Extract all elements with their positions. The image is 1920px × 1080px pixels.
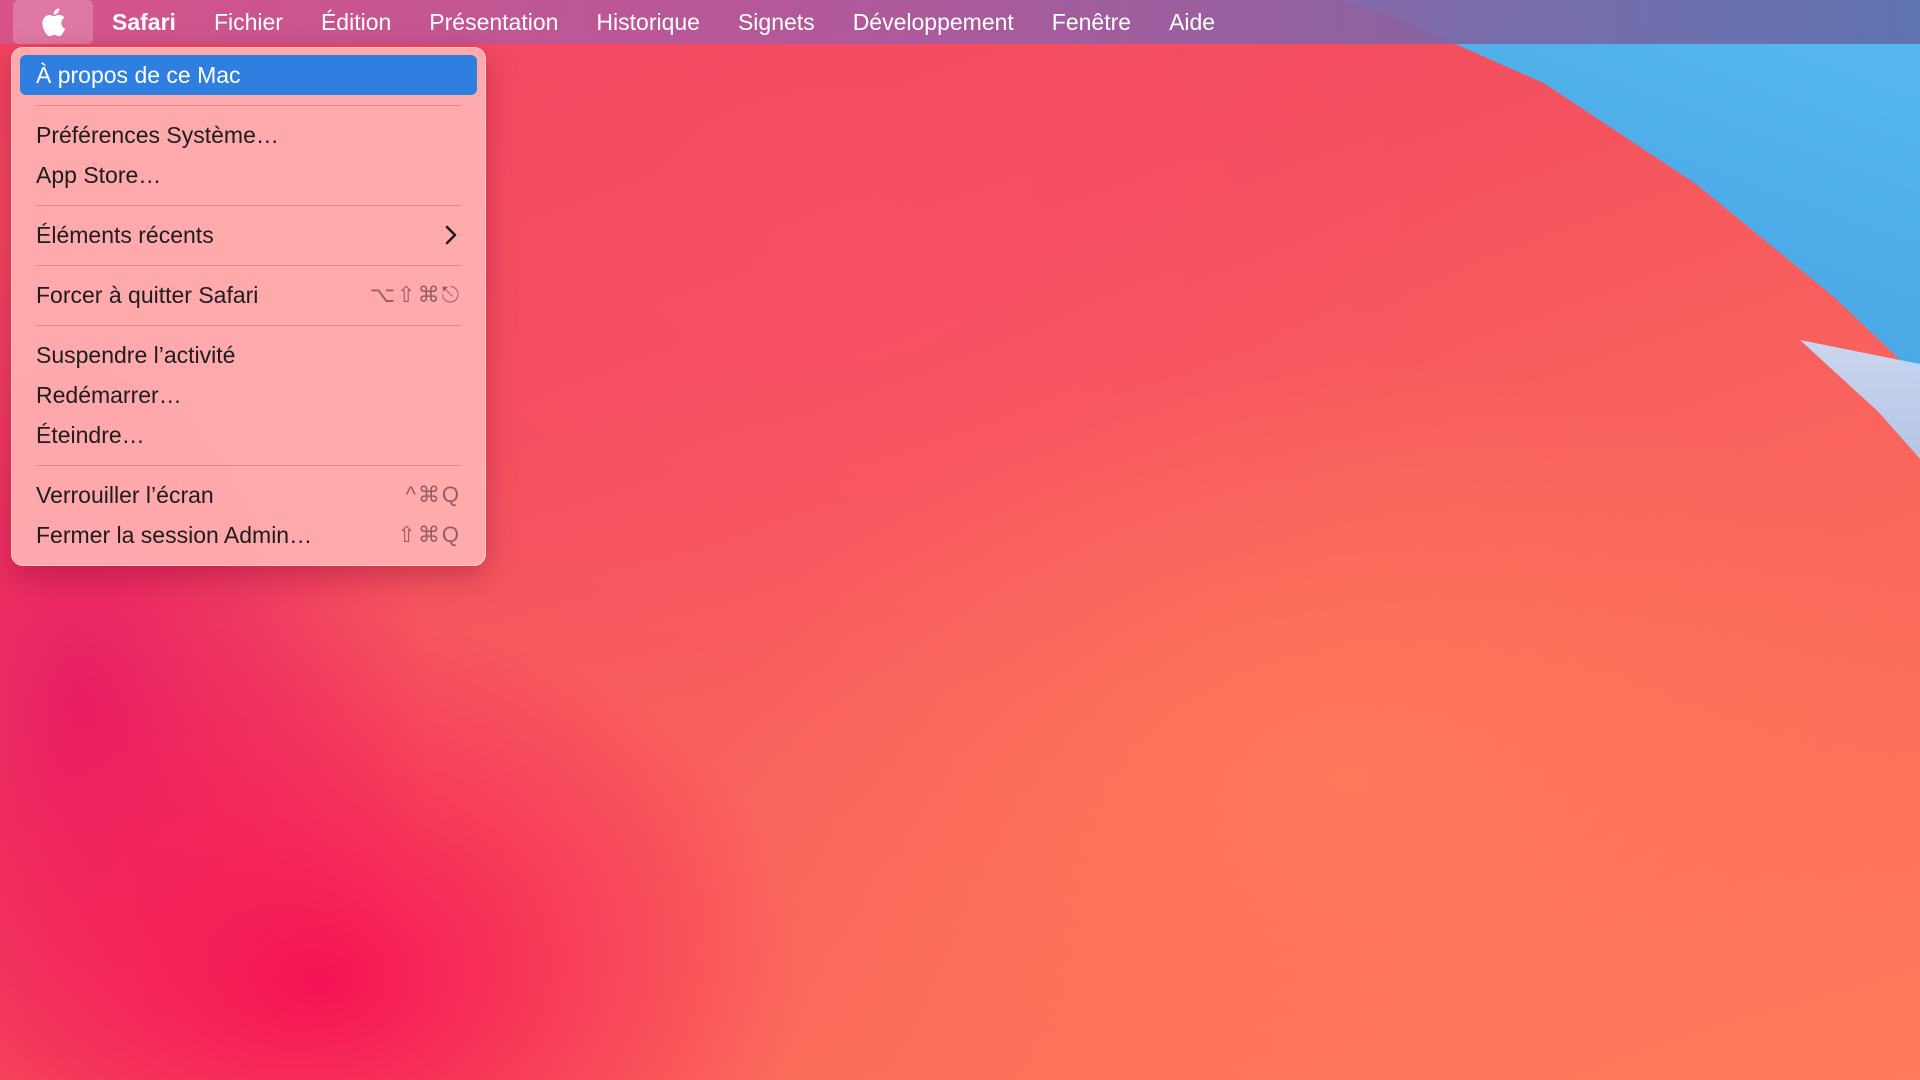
menu-separator xyxy=(36,465,461,466)
menu-item-label: Verrouiller l’écran xyxy=(36,482,214,508)
menu-item-recent-items[interactable]: Éléments récents xyxy=(20,215,477,255)
menu-item-sleep[interactable]: Suspendre l’activité xyxy=(20,335,477,375)
keyboard-shortcut: ⇧⌘Q xyxy=(397,522,461,547)
apple-menu-dropdown: À propos de ce Mac Préférences Système… … xyxy=(11,47,486,566)
menu-item-lock-screen[interactable]: Verrouiller l’écran ^⌘Q xyxy=(20,475,477,515)
menu-item-about-this-mac[interactable]: À propos de ce Mac xyxy=(20,55,477,95)
menu-item-label: Redémarrer… xyxy=(36,382,182,408)
wallpaper-sheen xyxy=(400,30,1500,730)
apple-logo-icon xyxy=(42,8,66,37)
menu-separator xyxy=(36,265,461,266)
menu-developpement[interactable]: Développement xyxy=(834,0,1033,44)
menu-aide[interactable]: Aide xyxy=(1150,0,1234,44)
menu-item-label: Suspendre l’activité xyxy=(36,342,236,368)
menu-item-label: Forcer à quitter Safari xyxy=(36,282,259,308)
menu-separator xyxy=(36,325,461,326)
menu-item-label: Fermer la session Admin… xyxy=(36,522,313,548)
menu-item-label: À propos de ce Mac xyxy=(36,62,241,88)
menu-historique[interactable]: Historique xyxy=(577,0,719,44)
menu-presentation[interactable]: Présentation xyxy=(410,0,577,44)
menu-safari[interactable]: Safari xyxy=(93,0,195,44)
menu-fichier[interactable]: Fichier xyxy=(195,0,302,44)
menu-item-label: Préférences Système… xyxy=(36,122,279,148)
menu-fenetre[interactable]: Fenêtre xyxy=(1033,0,1150,44)
menu-item-force-quit[interactable]: Forcer à quitter Safari ⌥⇧⌘⎋ xyxy=(20,275,477,315)
menu-item-log-out[interactable]: Fermer la session Admin… ⇧⌘Q xyxy=(20,515,477,555)
menu-item-system-preferences[interactable]: Préférences Système… xyxy=(20,115,477,155)
keyboard-shortcut: ^⌘Q xyxy=(405,482,461,507)
menu-item-shut-down[interactable]: Éteindre… xyxy=(20,415,477,455)
keyboard-shortcut: ⌥⇧⌘⎋ xyxy=(369,282,461,307)
menu-item-restart[interactable]: Redémarrer… xyxy=(20,375,477,415)
menu-edition[interactable]: Édition xyxy=(302,0,410,44)
menu-item-label: Éléments récents xyxy=(36,222,214,248)
menu-item-label: App Store… xyxy=(36,162,162,188)
chevron-right-icon xyxy=(441,225,461,245)
menu-signets[interactable]: Signets xyxy=(719,0,834,44)
menu-item-app-store[interactable]: App Store… xyxy=(20,155,477,195)
menu-bar: Safari Fichier Édition Présentation Hist… xyxy=(0,0,1920,44)
menu-item-label: Éteindre… xyxy=(36,422,145,448)
menu-separator xyxy=(36,205,461,206)
menu-separator xyxy=(36,105,461,106)
apple-menu-button[interactable] xyxy=(13,0,93,44)
